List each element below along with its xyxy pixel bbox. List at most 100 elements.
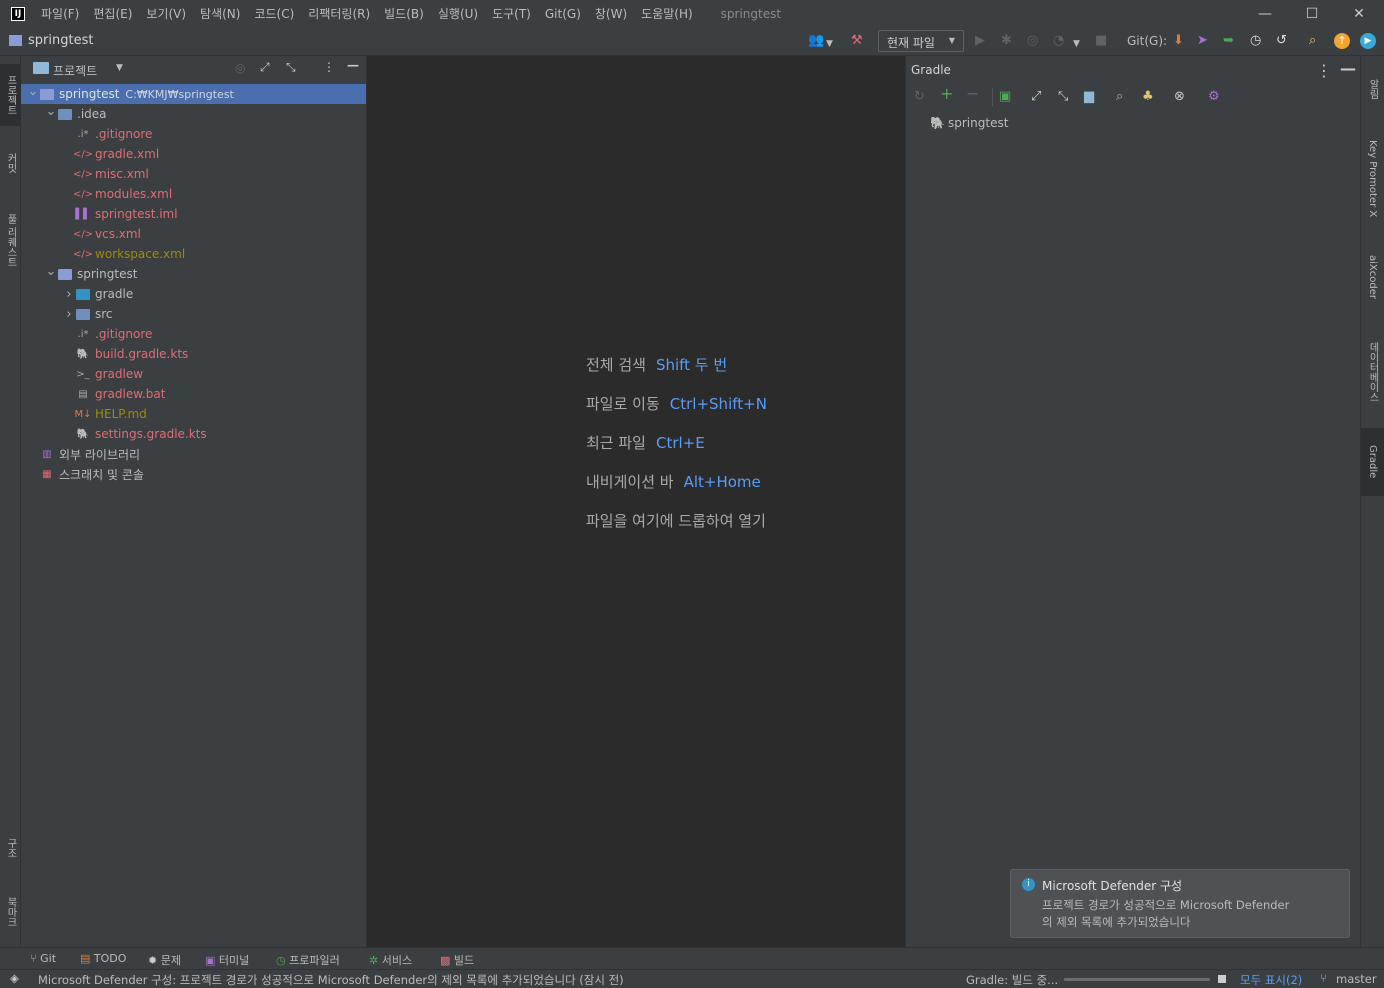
history-icon[interactable]: ◷ bbox=[1250, 33, 1261, 49]
reload-icon[interactable]: ↻ bbox=[914, 89, 925, 105]
chevron-right-icon[interactable]: › bbox=[63, 287, 75, 302]
stop-icon[interactable]: ■ bbox=[1095, 33, 1107, 49]
tool-tab-problems[interactable]: ✹ 문제 bbox=[148, 952, 181, 968]
tool-tab-commit[interactable]: 커밋 bbox=[0, 141, 21, 185]
tool-tab-profiler[interactable]: ◷ 프로파일러 bbox=[276, 952, 340, 968]
git-push-icon[interactable]: ➥ bbox=[1223, 33, 1234, 49]
tool-tab-gradle[interactable]: Gradle bbox=[1361, 428, 1384, 496]
notification-balloon[interactable]: i Microsoft Defender 구성 프로젝트 경로가 성공적으로 M… bbox=[1010, 869, 1350, 938]
hammer-icon[interactable]: ⚒ bbox=[851, 33, 863, 49]
git-branch-label[interactable]: master bbox=[1336, 972, 1377, 986]
menu-help[interactable]: 도움말(H) bbox=[641, 5, 693, 22]
tree-item[interactable]: ⌄ .idea bbox=[21, 104, 366, 124]
menu-edit[interactable]: 편집(E) bbox=[93, 5, 132, 22]
debug-icon[interactable]: ✱ bbox=[1001, 33, 1012, 49]
layers-icon[interactable]: ◈ bbox=[10, 971, 19, 985]
tool-tab-database[interactable]: 데이터베이스 bbox=[1361, 326, 1384, 418]
menu-refactor[interactable]: 리팩터링(R) bbox=[308, 5, 370, 22]
cancel-build-icon[interactable] bbox=[1218, 975, 1226, 983]
menu-tools[interactable]: 도구(T) bbox=[492, 5, 531, 22]
tree-item[interactable]: › gradle bbox=[21, 284, 366, 304]
chevron-down-icon[interactable]: ⌄ bbox=[45, 104, 57, 119]
tree-item[interactable]: ⌄ springtest bbox=[21, 264, 366, 284]
tool-tab-todo[interactable]: ▤ TODO bbox=[80, 952, 126, 965]
show-all-link[interactable]: 모두 표시(2) bbox=[1240, 972, 1302, 988]
menu-code[interactable]: 코드(C) bbox=[254, 5, 294, 22]
collapse-all-icon[interactable]: ⤡ bbox=[286, 60, 296, 75]
tree-item[interactable]: </> vcs.xml bbox=[21, 224, 366, 244]
maximize-button[interactable]: ☐ bbox=[1289, 0, 1335, 27]
hide-panel-icon[interactable]: — bbox=[1340, 59, 1356, 78]
menu-window[interactable]: 창(W) bbox=[595, 5, 627, 22]
options-icon[interactable]: ⋮ bbox=[323, 60, 335, 74]
project-breadcrumb[interactable]: springtest bbox=[28, 33, 93, 48]
git-commit-icon[interactable]: ➤ bbox=[1197, 33, 1208, 49]
minimize-button[interactable]: — bbox=[1242, 0, 1288, 27]
plugin-icon[interactable]: ▶ bbox=[1360, 33, 1376, 49]
tool-tab-key-promoter[interactable]: Key Promoter X bbox=[1361, 124, 1384, 234]
tool-tab-notifications[interactable]: 알림 bbox=[1361, 64, 1384, 114]
link-project-icon[interactable]: ▆ bbox=[1084, 89, 1094, 105]
tree-item[interactable]: ▌▌ springtest.iml bbox=[21, 204, 366, 224]
tree-item[interactable]: M↓ HELP.md bbox=[21, 404, 366, 424]
run-icon[interactable]: ▶ bbox=[975, 33, 985, 49]
options-icon[interactable]: ⋮ bbox=[1316, 61, 1332, 80]
hide-panel-icon[interactable]: — bbox=[347, 58, 359, 72]
tree-item[interactable]: >_ gradlew bbox=[21, 364, 366, 384]
editor-area[interactable]: 전체 검색 Shift 두 번 파일로 이동 Ctrl+Shift+N 최근 파일 C… bbox=[367, 56, 904, 947]
tree-item[interactable]: 🐘 settings.gradle.kts bbox=[21, 424, 366, 444]
tool-tab-git[interactable]: ⑂ Git bbox=[30, 952, 56, 965]
chevron-down-icon[interactable]: ⌄ bbox=[45, 264, 57, 279]
chevron-right-icon[interactable]: › bbox=[63, 307, 75, 322]
add-icon[interactable]: + bbox=[940, 86, 953, 102]
close-button[interactable]: ✕ bbox=[1336, 0, 1382, 27]
profile-icon[interactable]: ◔ bbox=[1053, 33, 1064, 49]
project-panel-title[interactable]: 프로젝트 bbox=[53, 62, 97, 79]
tool-tab-aixcoder[interactable]: aiXcoder bbox=[1361, 242, 1384, 312]
rollback-icon[interactable]: ↺ bbox=[1276, 33, 1287, 49]
tool-tab-structure[interactable]: 구조 bbox=[0, 826, 21, 870]
tree-item[interactable]: ⌄ springtest C:₩KMJ₩springtest bbox=[21, 84, 366, 104]
tree-item[interactable]: </> modules.xml bbox=[21, 184, 366, 204]
tree-item[interactable]: .i* .gitignore bbox=[21, 324, 366, 344]
tool-tab-services[interactable]: ✲ 서비스 bbox=[369, 952, 412, 968]
menu-git[interactable]: Git(G) bbox=[545, 7, 581, 21]
settings-icon[interactable]: ⚙ bbox=[1208, 89, 1220, 105]
tree-item[interactable]: ▤ gradlew.bat bbox=[21, 384, 366, 404]
update-icon[interactable]: ↑ bbox=[1334, 33, 1350, 49]
execute-task-icon[interactable]: ▣ bbox=[999, 89, 1011, 105]
gradle-project-item[interactable]: springtest bbox=[948, 116, 1008, 130]
tool-tab-terminal[interactable]: ▣ 터미널 bbox=[205, 952, 249, 968]
expand-all-icon[interactable]: ⤢ bbox=[1031, 89, 1041, 105]
chevron-down-icon[interactable]: ⌄ bbox=[27, 84, 39, 99]
tree-item[interactable]: </> gradle.xml bbox=[21, 144, 366, 164]
show-dependencies-icon[interactable]: ♣ bbox=[1142, 89, 1154, 105]
run-config-select[interactable]: 현재 파일 ▼ bbox=[878, 30, 964, 52]
toggle-offline-icon[interactable]: ⊗ bbox=[1174, 89, 1185, 105]
users-icon[interactable]: 👥 bbox=[808, 33, 824, 49]
git-update-icon[interactable]: ⬇ bbox=[1173, 33, 1184, 49]
coverage-icon[interactable]: ◎ bbox=[1027, 33, 1038, 49]
analyze-dependencies-icon[interactable]: ⌕ bbox=[1116, 89, 1123, 105]
status-message[interactable]: Microsoft Defender 구성: 프로젝트 경로가 성공적으로 Mi… bbox=[38, 972, 624, 988]
chevron-down-icon[interactable]: ▼ bbox=[1073, 36, 1080, 52]
tool-tab-pull-request[interactable]: 풀 리퀘스트 bbox=[0, 201, 21, 281]
tree-item[interactable]: › src bbox=[21, 304, 366, 324]
tree-item[interactable]: ▦ 스크래치 및 콘솔 bbox=[21, 464, 366, 484]
tool-tab-bookmarks[interactable]: 북마크 bbox=[0, 884, 21, 940]
menu-navigate[interactable]: 탐색(N) bbox=[200, 5, 240, 22]
collapse-all-icon[interactable]: ⤡ bbox=[1058, 89, 1068, 105]
tree-item[interactable]: 🐘 build.gradle.kts bbox=[21, 344, 366, 364]
chevron-down-icon[interactable]: ▼ bbox=[826, 36, 833, 52]
menu-build[interactable]: 빌드(B) bbox=[384, 5, 424, 22]
menu-view[interactable]: 보기(V) bbox=[146, 5, 186, 22]
tool-tab-build[interactable]: ▩ 빌드 bbox=[440, 952, 474, 968]
tree-item[interactable]: ▥ 외부 라이브러리 bbox=[21, 444, 366, 464]
gradle-build-status[interactable]: Gradle: 빌드 중... bbox=[966, 972, 1058, 988]
tree-item[interactable]: </> misc.xml bbox=[21, 164, 366, 184]
menu-run[interactable]: 실행(U) bbox=[438, 5, 478, 22]
search-icon[interactable]: ⌕ bbox=[1309, 33, 1316, 49]
expand-all-icon[interactable]: ⤢ bbox=[260, 60, 270, 75]
tree-item[interactable]: </> workspace.xml bbox=[21, 244, 366, 264]
locate-icon[interactable]: ◎ bbox=[235, 61, 245, 75]
